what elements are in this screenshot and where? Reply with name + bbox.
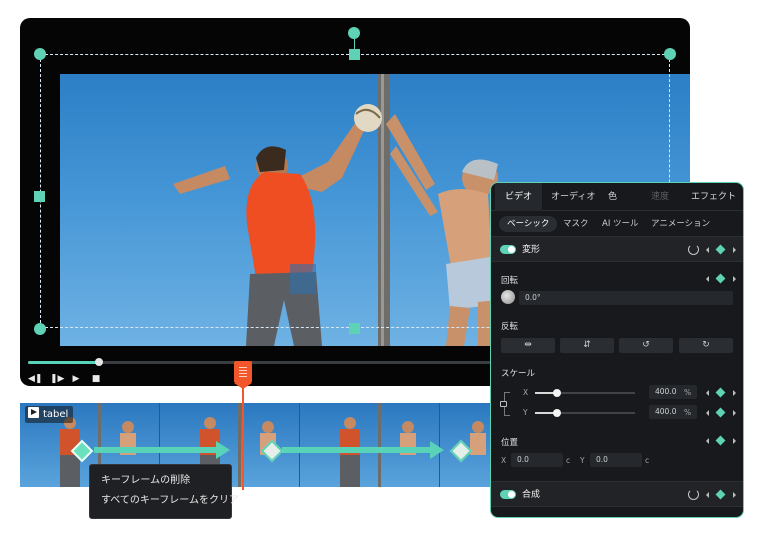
add-keyframe-icon[interactable] bbox=[715, 273, 726, 284]
clip-label: tabel bbox=[25, 406, 74, 423]
compositing-section-header[interactable]: 合成 bbox=[491, 481, 743, 507]
rotate-right-button[interactable]: ↻ bbox=[679, 338, 733, 353]
scale-y-label: Y bbox=[523, 408, 528, 417]
prev-keyframe-icon[interactable] bbox=[706, 438, 709, 444]
prev-keyframe-icon[interactable] bbox=[706, 276, 709, 282]
keyframe-arrow bbox=[94, 441, 230, 459]
tab-color[interactable]: 色 bbox=[608, 183, 617, 211]
prev-keyframe-icon[interactable] bbox=[706, 492, 709, 498]
rotate-handle[interactable] bbox=[348, 27, 360, 39]
inspector-subtabs: ベーシック マスク AI ツール アニメーション bbox=[491, 211, 743, 235]
flip-vertical-button[interactable]: ⇵ bbox=[560, 338, 614, 353]
grip-line bbox=[239, 367, 247, 368]
scale-x-unit: % bbox=[684, 388, 692, 397]
reset-icon[interactable] bbox=[688, 244, 699, 255]
rotate-left-button[interactable]: ↺ bbox=[619, 338, 673, 353]
prev-keyframe-icon[interactable] bbox=[706, 410, 709, 416]
clip-name: tabel bbox=[43, 409, 69, 420]
flip-horizontal-button[interactable]: ⇹ bbox=[501, 338, 555, 353]
compositing-toggle[interactable] bbox=[500, 490, 516, 499]
scale-label: スケール bbox=[501, 369, 536, 379]
subtab-animation[interactable]: アニメーション bbox=[651, 216, 710, 232]
playback-progress[interactable] bbox=[28, 358, 538, 366]
handle-bottom-center[interactable] bbox=[349, 323, 360, 334]
grip-line bbox=[239, 373, 247, 374]
keyframe-nav[interactable] bbox=[706, 489, 736, 500]
tab-video[interactable]: ビデオ bbox=[495, 183, 543, 211]
keyframe-nav[interactable] bbox=[706, 244, 736, 255]
position-y-unit: c bbox=[645, 456, 650, 465]
rotate-dial[interactable] bbox=[501, 290, 515, 304]
handle-top-center[interactable] bbox=[349, 49, 360, 60]
tab-speed[interactable]: 速度 bbox=[651, 183, 669, 211]
next-frame-icon[interactable]: ❚▶ bbox=[50, 373, 64, 385]
subtab-basic[interactable]: ベーシック bbox=[499, 216, 558, 232]
keyframe-arrow bbox=[282, 441, 444, 459]
position-label: 位置 bbox=[501, 438, 519, 448]
rotate-input[interactable]: 0.0° bbox=[519, 291, 733, 305]
add-keyframe-icon[interactable] bbox=[715, 244, 726, 255]
scale-x-label: X bbox=[523, 388, 529, 397]
playback-progress-fill bbox=[28, 361, 100, 364]
lock-icon[interactable] bbox=[500, 401, 507, 407]
rotate-keyframe-nav[interactable] bbox=[706, 273, 736, 284]
scale-x-keyframe-nav[interactable] bbox=[706, 387, 736, 398]
playhead-handle[interactable] bbox=[234, 361, 252, 389]
grip-line bbox=[239, 376, 247, 377]
transform-toggle[interactable] bbox=[500, 245, 516, 254]
add-keyframe-icon[interactable] bbox=[715, 387, 726, 398]
transform-title: 変形 bbox=[522, 245, 541, 255]
position-keyframe-nav[interactable] bbox=[706, 435, 736, 446]
add-keyframe-icon[interactable] bbox=[715, 407, 726, 418]
scale-y-slider-thumb[interactable] bbox=[553, 409, 561, 417]
next-keyframe-icon[interactable] bbox=[733, 438, 736, 444]
add-keyframe-icon[interactable] bbox=[715, 435, 726, 446]
grip-line bbox=[239, 370, 247, 371]
scale-y-slider[interactable] bbox=[535, 409, 635, 417]
video-clip-icon bbox=[28, 407, 39, 418]
reset-icon[interactable] bbox=[688, 489, 699, 500]
stop-icon[interactable]: ■ bbox=[90, 373, 102, 385]
inspector-tabs: ビデオ オーディオ 色 速度 エフェクト bbox=[491, 183, 743, 211]
scale-y-keyframe-nav[interactable] bbox=[706, 407, 736, 418]
rotate-label: 回転 bbox=[501, 276, 519, 286]
prev-frame-icon[interactable]: ◀❚ bbox=[28, 373, 42, 385]
next-keyframe-icon[interactable] bbox=[733, 390, 736, 396]
compositing-title: 合成 bbox=[522, 490, 541, 500]
subtab-ai-tools[interactable]: AI ツール bbox=[602, 216, 639, 232]
playback-progress-knob[interactable] bbox=[95, 358, 104, 366]
menu-item-delete-keyframe[interactable]: キーフレームの削除 bbox=[90, 471, 231, 491]
transform-section-header[interactable]: 変形 bbox=[491, 236, 743, 262]
position-x-unit: c bbox=[566, 456, 571, 465]
keyframe-context-menu: キーフレームの削除 すべてのキーフレームをクリア bbox=[89, 464, 239, 519]
prev-keyframe-icon[interactable] bbox=[706, 390, 709, 396]
next-keyframe-icon[interactable] bbox=[733, 247, 736, 253]
next-keyframe-icon[interactable] bbox=[733, 492, 736, 498]
handle-bottom-left[interactable] bbox=[34, 323, 46, 335]
scale-x-slider-thumb[interactable] bbox=[553, 389, 561, 397]
next-keyframe-icon[interactable] bbox=[733, 410, 736, 416]
left-player bbox=[173, 116, 368, 346]
prev-keyframe-icon[interactable] bbox=[706, 247, 709, 253]
play-icon[interactable]: ▶ bbox=[70, 373, 82, 385]
editor-stage: ◀❚ ❚▶ ▶ ■ tabel キーフレームの削除 すべてのキーフレームをクリア… bbox=[0, 0, 765, 533]
add-keyframe-icon[interactable] bbox=[715, 489, 726, 500]
position-x-label: X bbox=[501, 456, 507, 465]
handle-top-right[interactable] bbox=[664, 48, 676, 60]
tab-effects[interactable]: エフェクト bbox=[691, 183, 736, 211]
position-x-input[interactable]: 0.0 bbox=[511, 453, 563, 467]
tab-audio[interactable]: オーディオ bbox=[551, 183, 595, 211]
next-keyframe-icon[interactable] bbox=[733, 276, 736, 282]
subtab-mask[interactable]: マスク bbox=[563, 216, 589, 232]
handle-middle-left[interactable] bbox=[34, 191, 45, 202]
scale-y-unit: % bbox=[684, 408, 692, 417]
menu-item-clear-all-keyframes[interactable]: すべてのキーフレームをクリア bbox=[90, 491, 239, 511]
right-player bbox=[386, 114, 500, 346]
position-y-input[interactable]: 0.0 bbox=[590, 453, 642, 467]
scale-x-slider[interactable] bbox=[535, 389, 635, 397]
position-y-label: Y bbox=[580, 456, 585, 465]
handle-top-left[interactable] bbox=[34, 48, 46, 60]
inspector-panel: ビデオ オーディオ 色 速度 エフェクト ベーシック マスク AI ツール アニ… bbox=[490, 182, 744, 518]
flip-label: 反転 bbox=[501, 322, 519, 332]
